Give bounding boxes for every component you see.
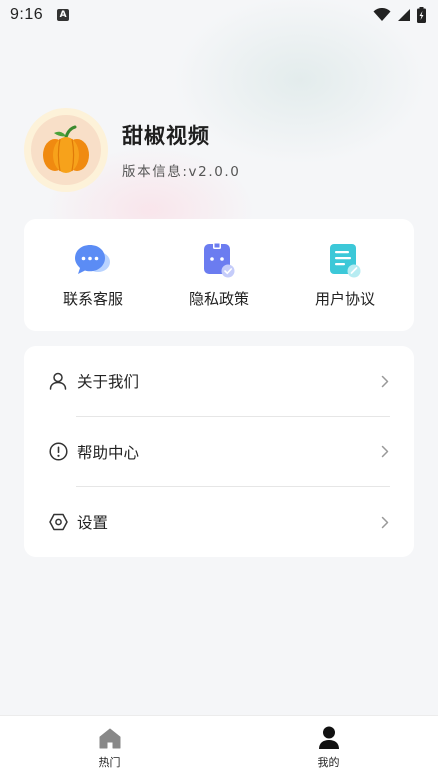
bottom-nav: 热门 我的 (0, 715, 438, 780)
quick-actions-card: 联系客服 隐私政策 用户协议 (24, 219, 414, 331)
user-agreement-button[interactable]: 用户协议 (290, 219, 400, 331)
profile-header: 甜椒视频 版本信息:v2.0.0 (24, 108, 241, 192)
app-name: 甜椒视频 (122, 124, 210, 148)
menu-label-help-center: 帮助中心 (77, 443, 140, 462)
chevron-right-icon (380, 445, 390, 459)
nav-tab-hot[interactable]: 热门 (50, 716, 170, 780)
status-time: 9:16 (10, 6, 44, 23)
wifi-icon (373, 8, 391, 21)
chevron-right-icon (380, 515, 390, 529)
menu-card: 关于我们 帮助中心 设置 (24, 346, 414, 557)
agreement-document-icon (326, 241, 364, 279)
contact-support-label: 联系客服 (62, 290, 123, 308)
menu-label-about-us: 关于我们 (77, 373, 140, 392)
nav-label-mine: 我的 (317, 756, 340, 769)
notification-letter: A (59, 9, 67, 20)
chat-bubble-icon (74, 241, 112, 279)
settings-hexagon-icon (48, 512, 68, 532)
nav-tab-mine[interactable]: 我的 (269, 716, 389, 780)
notification-app-icon: A (57, 9, 70, 21)
menu-item-help-center[interactable]: 帮助中心 (24, 417, 414, 487)
status-bar: 9:16 A (0, 0, 438, 30)
chevron-right-icon (380, 374, 390, 388)
privacy-policy-button[interactable]: 隐私政策 (164, 219, 274, 331)
home-icon (98, 726, 122, 750)
menu-item-about-us[interactable]: 关于我们 (24, 346, 414, 417)
user-agreement-label: 用户协议 (314, 290, 375, 308)
privacy-document-icon (200, 241, 238, 279)
pumpkin-logo-icon (43, 125, 89, 173)
battery-icon (417, 7, 426, 23)
signal-icon (398, 9, 410, 21)
contact-support-button[interactable]: 联系客服 (38, 219, 148, 331)
privacy-policy-label: 隐私政策 (188, 290, 249, 308)
user-icon (48, 371, 68, 391)
menu-item-settings[interactable]: 设置 (24, 487, 414, 558)
nav-label-hot: 热门 (98, 756, 121, 769)
profile-icon (317, 726, 341, 750)
menu-label-settings: 设置 (77, 514, 109, 533)
avatar (24, 108, 108, 192)
version-info: 版本信息:v2.0.0 (122, 164, 241, 180)
help-exclamation-icon (48, 442, 68, 462)
